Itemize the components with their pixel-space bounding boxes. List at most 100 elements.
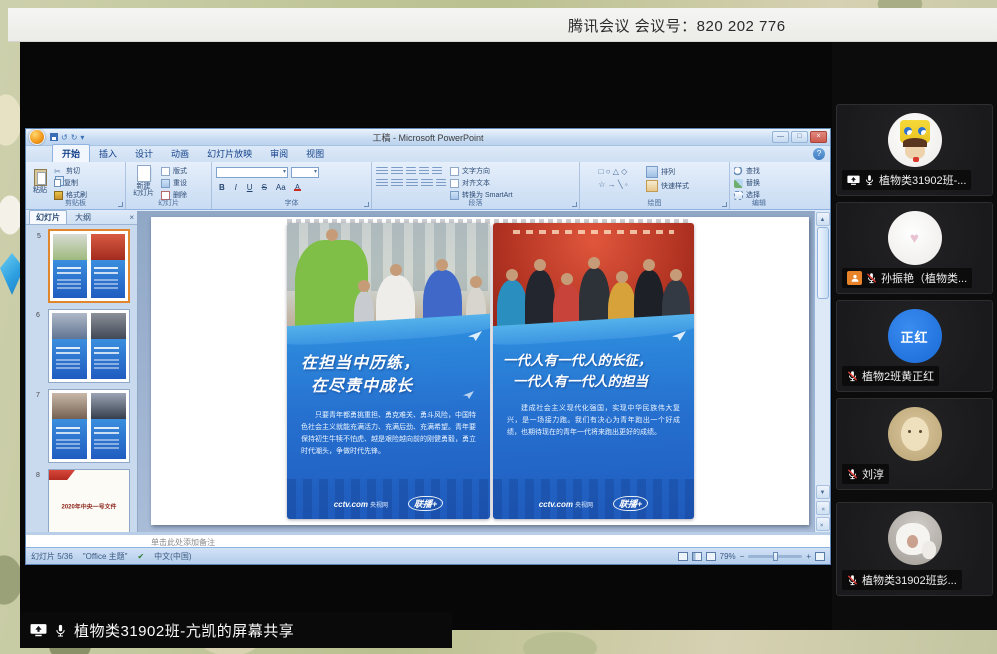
- tab-home[interactable]: 开始: [52, 144, 90, 162]
- office-button-icon[interactable]: [29, 129, 45, 145]
- redo-icon[interactable]: ↻: [71, 133, 78, 142]
- save-icon[interactable]: [50, 133, 58, 141]
- font-name-combo[interactable]: [216, 167, 288, 178]
- bold-button[interactable]: B: [216, 181, 228, 192]
- strikethrough-button[interactable]: S: [259, 181, 270, 192]
- paper-plane-icon: [468, 331, 482, 341]
- help-icon[interactable]: ?: [813, 148, 825, 160]
- tab-review[interactable]: 审阅: [261, 145, 297, 162]
- undo-icon[interactable]: ↺: [61, 133, 68, 142]
- scroll-up-icon[interactable]: ▲: [816, 212, 830, 226]
- fit-to-window-icon[interactable]: [815, 552, 825, 561]
- font-size-combo[interactable]: [291, 167, 319, 178]
- slide-sorter-view-icon[interactable]: [692, 552, 702, 561]
- tab-view[interactable]: 视图: [297, 145, 333, 162]
- change-case-button[interactable]: Aa: [273, 181, 289, 192]
- share-banner: 植物类31902班-亢凯的屏幕共享: [20, 612, 452, 648]
- arrange-button[interactable]: 排列: [646, 166, 689, 178]
- paste-button[interactable]: 粘贴: [30, 165, 50, 198]
- italic-button[interactable]: I: [231, 181, 241, 192]
- participants-sidebar: 植物类31902班-... ♥ 孙振艳（植物类... 正红 植物2班黄正红 刘淳: [832, 42, 997, 630]
- participant-tile[interactable]: 植物类31902班彭...: [836, 502, 993, 596]
- ppt-titlebar[interactable]: ↺ ↻ ▾ 工稿 - Microsoft PowerPoint — □ ×: [26, 129, 830, 146]
- spellcheck-icon[interactable]: ✔: [137, 552, 144, 561]
- align-left-icon[interactable]: [376, 179, 388, 188]
- shapes-gallery[interactable]: □ ○ △ ◇: [584, 167, 642, 177]
- participant-tile[interactable]: 刘淳: [836, 398, 993, 490]
- layout-button[interactable]: 版式: [161, 166, 187, 176]
- participant-tile[interactable]: 植物类31902班-...: [836, 104, 993, 196]
- reset-icon: [161, 179, 170, 188]
- vertical-scrollbar[interactable]: ▲ ▼ « «: [814, 211, 830, 532]
- notes-placeholder: 单击此处添加备注: [151, 537, 215, 548]
- find-button[interactable]: 查找: [734, 166, 760, 176]
- justify-icon[interactable]: [421, 179, 433, 188]
- mic-on-icon: [864, 174, 875, 186]
- slide-canvas[interactable]: 在担当中历练，在尽责中成长 只要青年都勇挑重担、勇克难关、勇斗风险，中国特色社会…: [151, 217, 809, 525]
- dialog-launcher-icon[interactable]: [572, 202, 577, 207]
- columns-icon[interactable]: [436, 179, 446, 188]
- mic-muted-icon: [847, 574, 858, 586]
- tab-insert[interactable]: 插入: [90, 145, 126, 162]
- align-right-icon[interactable]: [406, 179, 418, 188]
- shapes-gallery[interactable]: ☆ → ╲ ◦: [584, 180, 642, 190]
- arrange-icon: [646, 166, 658, 178]
- slide-thumbnail-6[interactable]: 6: [48, 309, 130, 383]
- numbering-icon[interactable]: [391, 167, 403, 176]
- ribbon-tab-row: 开始 插入 设计 动画 幻灯片放映 审阅 视图: [26, 146, 830, 162]
- zoom-out-icon[interactable]: −: [740, 552, 745, 561]
- thumb-poster: [52, 393, 87, 459]
- thumb-poster: [91, 393, 126, 459]
- pane-close-icon[interactable]: ×: [129, 213, 134, 222]
- dialog-launcher-icon[interactable]: [722, 202, 727, 207]
- qat-dropdown-icon[interactable]: ▾: [80, 133, 84, 142]
- dialog-launcher-icon[interactable]: [364, 202, 369, 207]
- align-center-icon[interactable]: [391, 179, 403, 188]
- zoom-slider-thumb[interactable]: [773, 552, 778, 561]
- avatar: 正红: [888, 309, 942, 363]
- copy-button[interactable]: 复制: [54, 178, 87, 188]
- minimize-button[interactable]: —: [772, 131, 789, 143]
- slideshow-view-icon[interactable]: [706, 552, 716, 561]
- tab-animations[interactable]: 动画: [162, 145, 198, 162]
- normal-view-icon[interactable]: [678, 552, 688, 561]
- poster-logos: cctv.com央视网 联播+: [493, 494, 694, 512]
- next-slide-button[interactable]: «: [816, 517, 830, 531]
- zoom-level: 79%: [720, 552, 736, 561]
- quick-styles-button[interactable]: 快速样式: [646, 180, 689, 192]
- quick-access-toolbar: ↺ ↻ ▾: [50, 133, 84, 142]
- new-slide-button[interactable]: 新建幻灯片: [130, 165, 157, 198]
- pane-tab-slides[interactable]: 幻灯片: [29, 210, 67, 224]
- scrollbar-thumb[interactable]: [817, 227, 829, 299]
- zoom-in-icon[interactable]: +: [806, 552, 811, 561]
- indent-increase-icon[interactable]: [419, 167, 429, 176]
- pane-tab-outline[interactable]: 大纲: [69, 211, 97, 224]
- previous-slide-button[interactable]: «: [816, 501, 830, 515]
- powerpoint-window: ↺ ↻ ▾ 工稿 - Microsoft PowerPoint — □ × 开始…: [25, 128, 831, 565]
- cut-button[interactable]: ✂剪切: [54, 166, 87, 176]
- bullets-icon[interactable]: [376, 167, 388, 176]
- zoom-slider[interactable]: [748, 555, 802, 558]
- meeting-title: 腾讯会议 会议号：820 202 776: [568, 8, 786, 42]
- participant-tile[interactable]: ♥ 孙振艳（植物类...: [836, 202, 993, 294]
- font-color-button[interactable]: A: [292, 181, 303, 192]
- line-spacing-icon[interactable]: [432, 167, 442, 176]
- scroll-down-icon[interactable]: ▼: [816, 485, 830, 499]
- reset-button[interactable]: 重设: [161, 178, 187, 188]
- dialog-launcher-icon[interactable]: [118, 202, 123, 207]
- slide-thumbnail-7[interactable]: 7: [48, 389, 130, 463]
- slide-thumbnail-5[interactable]: 5: [48, 229, 130, 303]
- maximize-button[interactable]: □: [791, 131, 808, 143]
- tab-design[interactable]: 设计: [126, 145, 162, 162]
- poster-blue-section: 在担当中历练，在尽责中成长 只要青年都勇挑重担、勇克难关、勇斗风险，中国特色社会…: [287, 327, 490, 519]
- align-text-button[interactable]: 对齐文本: [450, 178, 513, 188]
- text-direction-button[interactable]: 文字方向: [450, 166, 513, 176]
- participant-tile[interactable]: 正红 植物2班黄正红: [836, 300, 993, 392]
- thumb-poster: [53, 234, 87, 298]
- ppt-window-title: 工稿 - Microsoft PowerPoint: [372, 131, 483, 144]
- replace-button[interactable]: 替换: [734, 178, 760, 188]
- tab-slideshow[interactable]: 幻灯片放映: [198, 145, 261, 162]
- close-button[interactable]: ×: [810, 131, 827, 143]
- indent-decrease-icon[interactable]: [406, 167, 416, 176]
- underline-button[interactable]: U: [244, 181, 256, 192]
